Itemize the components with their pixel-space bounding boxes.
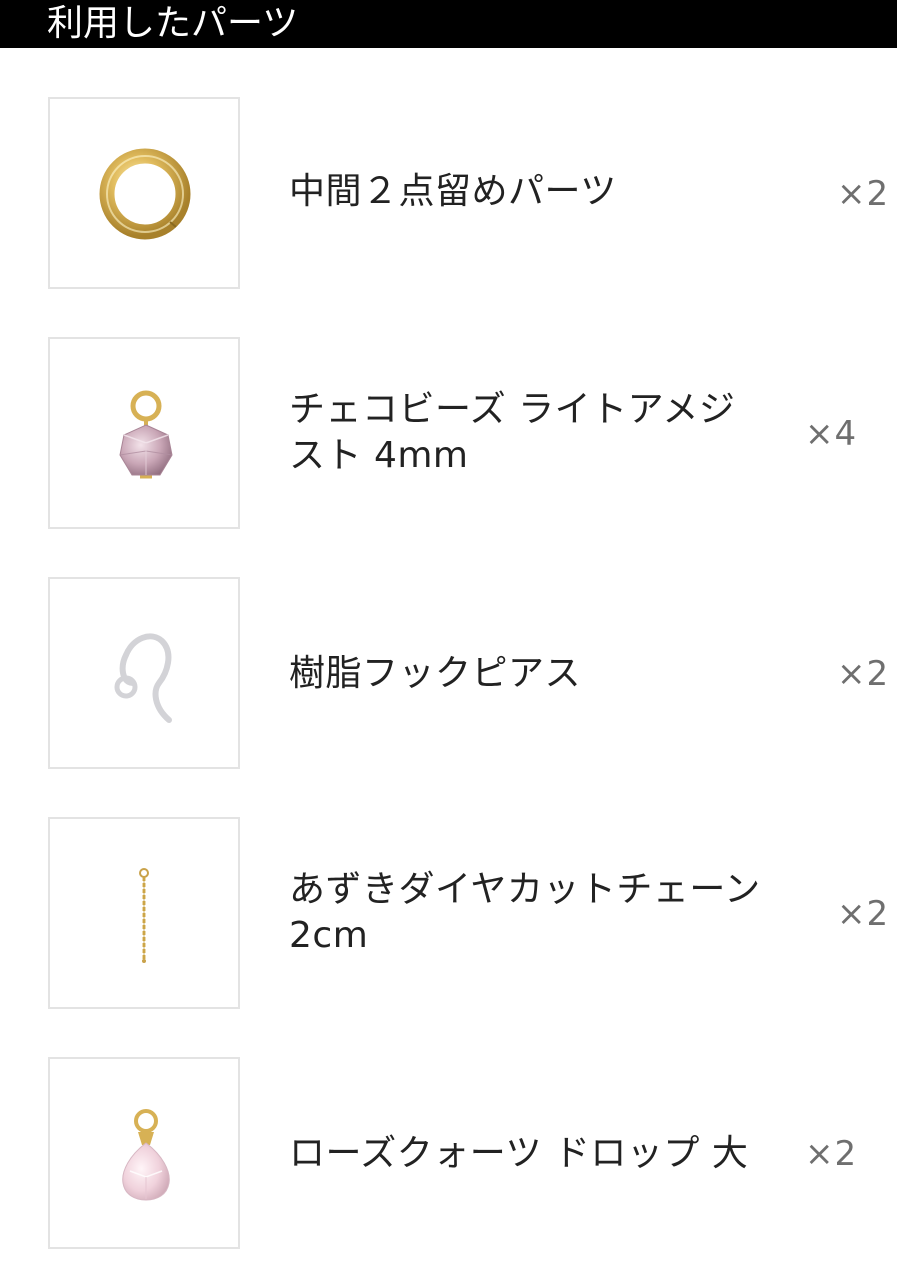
part-thumbnail[interactable] <box>48 817 240 1009</box>
part-name: 樹脂フックピアス <box>289 653 582 694</box>
list-item[interactable]: 樹脂フックピアス ×2 <box>0 577 897 769</box>
part-quantity: ×2 <box>837 174 890 214</box>
rose-quartz-drop-icon <box>122 1109 170 1201</box>
list-item[interactable]: 中間２点留めパーツ ×2 <box>0 97 897 289</box>
part-name: チェコビーズ ライトアメジスト 4mm <box>289 389 736 476</box>
gold-jump-ring-icon <box>99 148 191 240</box>
section-header: 利用したパーツ <box>0 0 897 48</box>
part-thumbnail[interactable] <box>48 97 240 289</box>
resin-hook-earring-icon <box>114 633 172 723</box>
part-quantity: ×2 <box>837 894 890 934</box>
section-title: 利用したパーツ <box>47 3 299 44</box>
part-name: あずきダイヤカットチェーン 2cm <box>289 869 761 956</box>
part-thumbnail[interactable] <box>48 577 240 769</box>
chain-icon <box>139 868 149 963</box>
part-thumbnail[interactable] <box>48 1057 240 1249</box>
amethyst-bead-icon <box>119 390 173 479</box>
part-quantity: ×4 <box>805 414 858 454</box>
part-name: 中間２点留めパーツ <box>289 171 617 212</box>
part-quantity: ×2 <box>837 654 890 694</box>
part-quantity: ×2 <box>805 1134 858 1174</box>
list-item[interactable]: チェコビーズ ライトアメジスト 4mm ×4 <box>0 337 897 529</box>
part-name: ローズクォーツ ドロップ 大 <box>289 1133 749 1174</box>
list-item[interactable]: あずきダイヤカットチェーン 2cm ×2 <box>0 817 897 1009</box>
part-thumbnail[interactable] <box>48 337 240 529</box>
list-item[interactable]: ローズクォーツ ドロップ 大 ×2 <box>0 1057 897 1249</box>
